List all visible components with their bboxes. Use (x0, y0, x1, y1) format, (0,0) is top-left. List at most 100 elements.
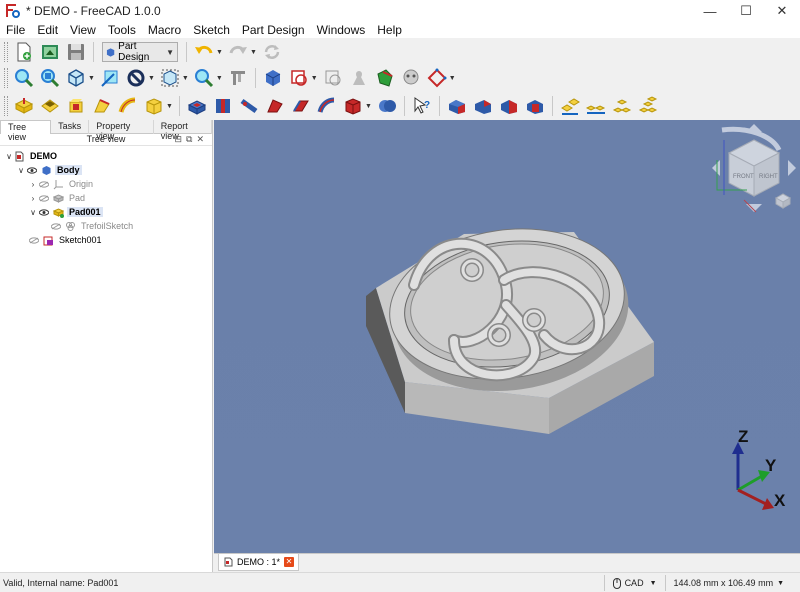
sub-loft-button[interactable] (263, 94, 287, 118)
panel-restore-icon[interactable]: ⊟ (174, 134, 186, 144)
collapse-arrow-icon[interactable]: ∨ (16, 166, 26, 175)
polar-pattern-button[interactable] (610, 94, 634, 118)
sub-helix-button[interactable] (315, 94, 339, 118)
expand-arrow-icon[interactable]: › (28, 194, 38, 203)
sketch-dropdown-icon[interactable]: ▼ (311, 75, 318, 82)
tree-item-sketch001[interactable]: Sketch001 (0, 233, 212, 247)
draw-style-dropdown-icon[interactable]: ▼ (148, 75, 155, 82)
document-tab-close-icon[interactable]: ✕ (284, 557, 295, 567)
hidden-eye-icon[interactable] (38, 194, 50, 202)
tree-item-pad[interactable]: › Pad (0, 191, 212, 205)
measurement-tool-button[interactable] (226, 66, 250, 90)
subtractive-primitive-button[interactable] (341, 94, 365, 118)
sub-pocket-button[interactable] (185, 94, 209, 118)
menu-tools[interactable]: Tools (102, 23, 142, 37)
std-views-dropdown-icon[interactable]: ▼ (88, 75, 95, 82)
tab-property-view[interactable]: Property view (89, 120, 154, 141)
collapse-arrow-icon[interactable]: ∨ (28, 208, 38, 217)
menu-file[interactable]: File (0, 23, 31, 37)
whats-this-button[interactable]: ? (410, 94, 434, 118)
linear-pattern-button[interactable] (584, 94, 608, 118)
selection-dropdown-icon[interactable]: ▼ (182, 75, 189, 82)
close-button[interactable]: ✕ (764, 0, 800, 22)
view-dimensions[interactable]: 144.08 mm x 106.49 mm ▼ (664, 575, 792, 591)
tree-item-trefoil-sketch[interactable]: TrefoilSketch (0, 219, 212, 233)
menu-windows[interactable]: Windows (311, 23, 372, 37)
mirrored-button[interactable] (558, 94, 582, 118)
expand-arrow-icon[interactable]: › (28, 180, 38, 189)
hidden-eye-icon[interactable] (38, 180, 50, 188)
datum-plane-button[interactable] (425, 66, 449, 90)
redo-dropdown-icon[interactable]: ▼ (250, 49, 257, 56)
open-document-button[interactable] (38, 40, 62, 64)
refresh-button[interactable] (260, 40, 284, 64)
workbench-selector[interactable]: Part Design ▼ (102, 41, 178, 63)
new-document-button[interactable] (12, 40, 36, 64)
visibility-eye-icon[interactable] (26, 166, 38, 174)
tab-report-view[interactable]: Report view (154, 120, 212, 141)
fit-selection-button[interactable] (38, 66, 62, 90)
3d-viewport[interactable]: FRONT RIGHT Z Y X (214, 120, 800, 553)
hidden-eye-icon[interactable] (28, 236, 40, 244)
tree-item-body[interactable]: ∨ Body (0, 163, 212, 177)
tab-tasks[interactable]: Tasks (51, 120, 90, 134)
draw-style-button[interactable] (124, 66, 148, 90)
navigation-cube[interactable]: FRONT RIGHT (712, 124, 796, 213)
navigation-style-selector[interactable]: CAD ▼ (603, 575, 665, 591)
zoom-dropdown-icon[interactable]: ▼ (216, 75, 223, 82)
bounding-box-button[interactable] (158, 66, 182, 90)
hidden-eye-icon[interactable] (50, 222, 62, 230)
subtractive-dropdown-icon[interactable]: ▼ (365, 103, 372, 110)
additive-pipe-button[interactable] (116, 94, 140, 118)
tree-item-pad001[interactable]: ∨ Pad001 (0, 205, 212, 219)
additive-dropdown-icon[interactable]: ▼ (166, 103, 173, 110)
revolution-button[interactable] (64, 94, 88, 118)
validate-sketch-button[interactable] (321, 66, 345, 90)
fillet-button[interactable] (445, 94, 469, 118)
save-document-button[interactable] (64, 40, 88, 64)
panel-float-icon[interactable]: ⧉ (186, 134, 196, 144)
redo-button[interactable] (226, 40, 250, 64)
maximize-button[interactable]: ☐ (728, 0, 764, 22)
collapse-arrow-icon[interactable]: ∨ (4, 152, 14, 161)
chamfer-button[interactable] (471, 94, 495, 118)
additive-primitive-button[interactable] (142, 94, 166, 118)
undo-button[interactable] (192, 40, 216, 64)
measure-distance-button[interactable] (98, 66, 122, 90)
menu-macro[interactable]: Macro (142, 23, 187, 37)
clone-button[interactable] (399, 66, 423, 90)
menu-help[interactable]: Help (371, 23, 408, 37)
undo-dropdown-icon[interactable]: ▼ (216, 49, 223, 56)
menu-edit[interactable]: Edit (31, 23, 64, 37)
create-body-button[interactable] (261, 66, 285, 90)
hole-button[interactable] (211, 94, 235, 118)
tree-item-demo[interactable]: ∨ DEMO (0, 149, 212, 163)
pad-button[interactable] (12, 94, 36, 118)
tree-item-origin[interactable]: › Origin (0, 177, 212, 191)
thickness-button[interactable] (523, 94, 547, 118)
toolbar-grip[interactable] (4, 96, 8, 116)
menu-view[interactable]: View (64, 23, 102, 37)
additive-loft-button[interactable] (90, 94, 114, 118)
datum-dropdown-icon[interactable]: ▼ (449, 75, 456, 82)
menu-sketch[interactable]: Sketch (187, 23, 236, 37)
panel-close-icon[interactable]: ✕ (196, 134, 208, 144)
groove-button[interactable] (237, 94, 261, 118)
visibility-eye-icon[interactable] (38, 208, 50, 216)
multi-transform-button[interactable] (636, 94, 660, 118)
shape-binder-button[interactable] (347, 66, 371, 90)
isometric-view-button[interactable] (64, 66, 88, 90)
pocket-button[interactable] (38, 94, 62, 118)
create-sketch-button[interactable] (287, 66, 311, 90)
document-tab[interactable]: DEMO : 1* ✕ (218, 554, 300, 571)
subshape-binder-button[interactable] (373, 66, 397, 90)
zoom-button[interactable] (192, 66, 216, 90)
boolean-button[interactable] (375, 94, 399, 118)
menu-part-design[interactable]: Part Design (236, 23, 311, 37)
toolbar-grip[interactable] (4, 42, 8, 62)
sub-pipe-button[interactable] (289, 94, 313, 118)
fit-all-button[interactable] (12, 66, 36, 90)
minimize-button[interactable]: — (692, 0, 728, 22)
draft-button[interactable] (497, 94, 521, 118)
tab-tree-view[interactable]: Tree view (0, 120, 52, 142)
